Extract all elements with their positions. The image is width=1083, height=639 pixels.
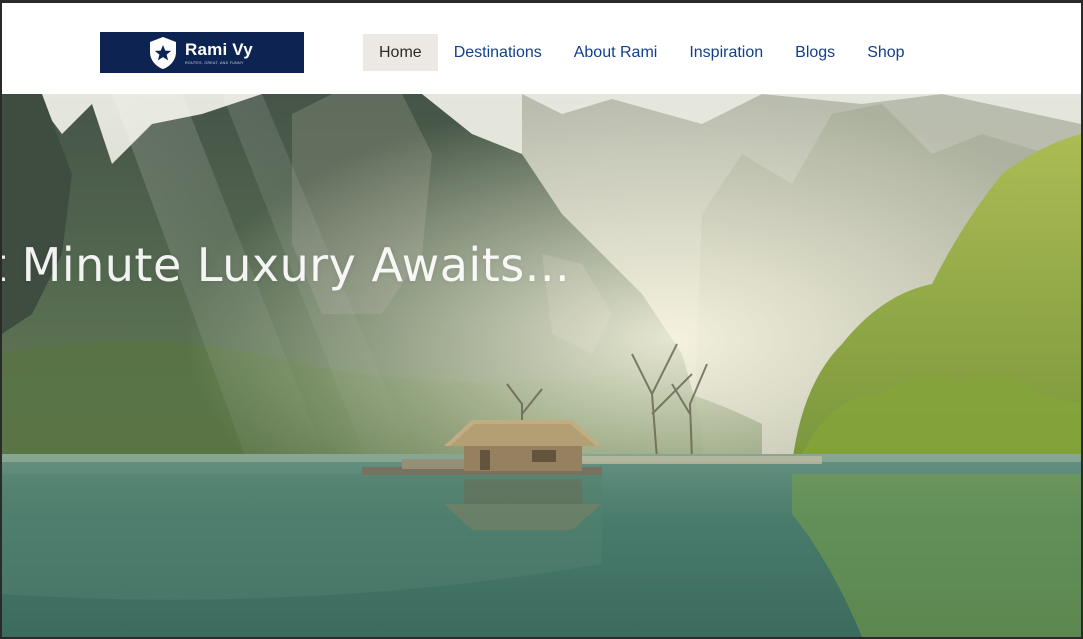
- brand-name: Rami Vy: [185, 39, 253, 59]
- nav-item-about-rami[interactable]: About Rami: [558, 34, 674, 71]
- browser-viewport: Rami Vy ROUTES, GREAT, AND FUNNY Home De…: [2, 3, 1081, 637]
- nav-item-inspiration[interactable]: Inspiration: [673, 34, 779, 71]
- nav-item-shop[interactable]: Shop: [851, 34, 920, 71]
- brand-tagline: ROUTES, GREAT, AND FUNNY: [185, 60, 244, 65]
- site-header: Rami Vy ROUTES, GREAT, AND FUNNY Home De…: [2, 3, 1081, 94]
- nav-item-home[interactable]: Home: [363, 34, 438, 71]
- nav-item-blogs[interactable]: Blogs: [779, 34, 851, 71]
- site-logo[interactable]: Rami Vy ROUTES, GREAT, AND FUNNY: [100, 32, 304, 73]
- hero-landscape-image: [2, 94, 1081, 637]
- nav-item-destinations[interactable]: Destinations: [438, 34, 558, 71]
- star-shield-icon: [148, 36, 178, 70]
- hero-banner: t Minute Luxury Awaits...: [2, 94, 1081, 637]
- main-nav: Home Destinations About Rami Inspiration…: [363, 34, 921, 71]
- hero-heading: t Minute Luxury Awaits...: [2, 238, 571, 292]
